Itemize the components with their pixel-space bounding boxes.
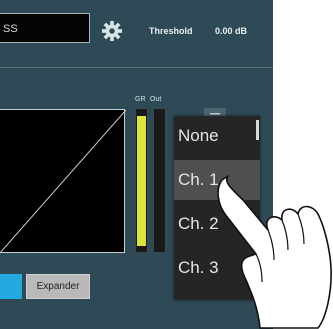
gear-icon[interactable] — [101, 20, 123, 42]
expander-button[interactable]: Expander — [26, 274, 90, 299]
out-meter — [153, 108, 166, 253]
gr-meter-label: GR — [135, 96, 146, 103]
dropdown-scrollbar[interactable] — [256, 120, 259, 140]
threshold-value[interactable]: 0.00 dB — [215, 26, 247, 36]
compressor-button[interactable] — [0, 274, 22, 299]
divider — [0, 67, 273, 68]
transfer-curve — [0, 110, 126, 254]
preset-name-field[interactable]: SS — [0, 13, 90, 43]
dynamics-graph — [0, 109, 126, 254]
dropdown-item-none[interactable]: None — [174, 116, 260, 156]
threshold-label: Threshold — [149, 26, 193, 36]
pointing-hand-icon — [217, 175, 332, 329]
gr-meter — [135, 108, 148, 253]
out-meter-label: Out — [150, 96, 162, 103]
gr-meter-fill — [137, 115, 146, 246]
